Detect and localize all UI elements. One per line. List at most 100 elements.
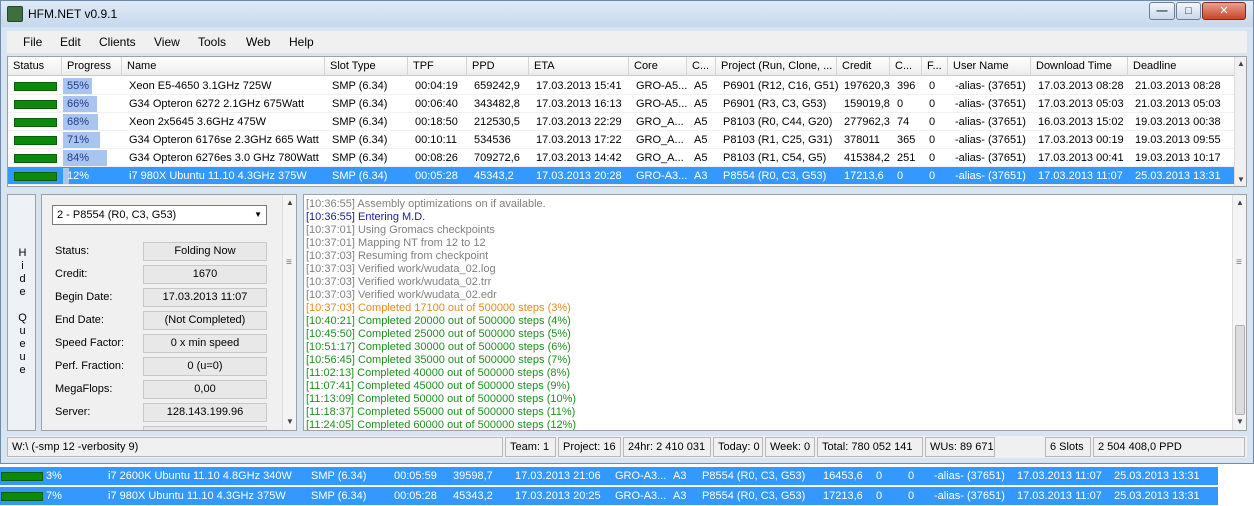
status-24hr: 24hr: 2 410 031	[623, 437, 711, 457]
progress-label: 7%	[46, 490, 62, 502]
cell-slot-type: SMP (6.34)	[332, 152, 388, 164]
column-header-project[interactable]: Project (Run, Clone, ...	[716, 57, 837, 76]
table-row[interactable]: 55% Xeon E5-4650 3.1GHz 725W SMP (6.34) 00:…	[8, 77, 1235, 95]
column-header-progress[interactable]: Progress	[62, 57, 122, 76]
menu-view[interactable]: View	[154, 35, 180, 49]
scroll-up-icon[interactable]: ▲	[286, 198, 294, 207]
cell-project: P8554 (R0, C3, G53)	[702, 490, 806, 502]
title-bar[interactable]: HFM.NET v0.9.1 — □ ✕	[1, 1, 1253, 27]
details-scrollbar[interactable]: ▲ ≡ ▼	[282, 195, 296, 430]
cell-core-version: A3	[673, 490, 687, 502]
side-tab-letter: e	[19, 338, 26, 350]
cell-slot-type: SMP (6.34)	[332, 134, 388, 146]
menu-edit[interactable]: Edit	[60, 35, 81, 49]
cell-name: Xeon 2x5645 3.6GHz 475W	[129, 116, 266, 128]
column-header-download-time[interactable]: Download Time	[1031, 57, 1128, 76]
queue-selector[interactable]: 2 - P8554 (R0, C3, G53) ▼	[52, 205, 267, 225]
cell-ppd: 39598,7	[453, 470, 493, 482]
scroll-thumb[interactable]	[1235, 325, 1245, 415]
cell-project: P8103 (R0, C44, G20)	[723, 116, 833, 128]
close-button[interactable]: ✕	[1202, 2, 1246, 20]
menu-web[interactable]: Web	[246, 35, 270, 49]
column-header-tpf[interactable]: TPF	[408, 57, 467, 76]
cell-core: GRO-A5...	[636, 80, 688, 92]
log-line: [10:51:17] Completed 30000 out of 500000…	[306, 341, 571, 353]
progress-label: 55%	[67, 80, 90, 92]
cell-deadline: 25.03.2013 13:31	[1114, 490, 1200, 502]
cell-core: GRO-A3...	[636, 170, 688, 182]
table-row[interactable]: 68% Xeon 2x5645 3.6GHz 475W SMP (6.34) 00:1…	[8, 113, 1235, 131]
log-viewer[interactable]: [10:36:55] Assembly optimizations on if …	[303, 194, 1247, 431]
client-row[interactable]: 7% i7 980X Ubuntu 11.10 4.3GHz 375W SMP (6…	[0, 487, 1218, 505]
log-line: [10:37:03] Verified work/wudata_02.trr	[306, 276, 492, 288]
cell-slot-type: SMP (6.34)	[311, 490, 367, 502]
log-line: [10:37:01] Mapping NT from 12 to 12	[306, 237, 486, 249]
column-header-completed[interactable]: C...	[890, 57, 922, 76]
scroll-down-icon[interactable]: ▼	[1236, 417, 1244, 426]
detail-label: Avg. Download:	[55, 429, 132, 430]
log-line: [10:36:55] Entering M.D.	[306, 211, 426, 223]
cell-user-name: -alias- (37651)	[955, 134, 1026, 146]
column-header-slot-type[interactable]: Slot Type	[325, 57, 408, 76]
log-line: [10:37:03] Verified work/wudata_02.log	[306, 263, 496, 275]
table-row[interactable]: 12% i7 980X Ubuntu 11.10 4.3GHz 375W SMP (…	[8, 167, 1235, 185]
column-header-status[interactable]: Status	[8, 57, 62, 76]
column-header-core-version[interactable]: C...	[687, 57, 716, 76]
scroll-up-icon[interactable]: ▲	[1237, 59, 1245, 68]
table-row[interactable]: 66% G34 Opteron 6272 2.1GHz 675Watt SMP (6…	[8, 95, 1235, 113]
cell-credit: 16453,6	[823, 470, 863, 482]
column-header-name[interactable]: Name	[122, 57, 325, 76]
column-header-credit[interactable]: Credit	[837, 57, 890, 76]
maximize-button[interactable]: □	[1176, 2, 1201, 20]
detail-label: MegaFlops:	[55, 383, 113, 395]
menu-help[interactable]: Help	[289, 35, 314, 49]
cell-user-name: -alias- (37651)	[934, 490, 1005, 502]
status-wus: WUs: 89 671	[925, 437, 995, 457]
column-header-eta[interactable]: ETA	[529, 57, 629, 76]
side-tab-letter: e	[19, 364, 26, 376]
cell-deadline: 19.03.2013 00:38	[1135, 116, 1221, 128]
cell-credit: 17213,6	[844, 170, 884, 182]
log-line: [11:07:41] Completed 45000 out of 500000…	[306, 380, 570, 392]
cell-download-time: 17.03.2013 08:28	[1038, 80, 1124, 92]
column-header-core[interactable]: Core	[629, 57, 687, 76]
column-header-failed[interactable]: F...	[922, 57, 948, 76]
cell-name: i7 980X Ubuntu 11.10 4.3GHz 375W	[129, 170, 307, 182]
cell-download-time: 17.03.2013 00:41	[1038, 152, 1124, 164]
table-row[interactable]: 71% G34 Opteron 6176se 2.3GHz 665 Watt SMP…	[8, 131, 1235, 149]
detail-label: Server:	[55, 406, 91, 418]
cell-name: G34 Opteron 6272 2.1GHz 675Watt	[129, 98, 305, 110]
menu-clients[interactable]: Clients	[99, 35, 136, 49]
hide-queue-tab[interactable]: HideQueue	[7, 194, 36, 431]
log-line: [11:18:37] Completed 55000 out of 500000…	[306, 406, 576, 418]
side-tab-letter: u	[19, 351, 26, 363]
scroll-down-icon[interactable]: ▼	[1237, 175, 1245, 184]
menu-tools[interactable]: Tools	[198, 35, 226, 49]
detail-value: 0 x min speed	[143, 334, 267, 353]
column-header-ppd[interactable]: PPD	[467, 57, 529, 76]
cell-eta: 17.03.2013 20:25	[515, 490, 601, 502]
cell-completed: 365	[897, 134, 916, 146]
scroll-up-icon[interactable]: ▲	[1236, 198, 1244, 207]
progress-label: 84%	[67, 152, 90, 164]
status-indicator	[1, 472, 43, 481]
log-scrollbar[interactable]: ▲ ≡ ▼	[1232, 195, 1246, 430]
client-row[interactable]: 3% i7 2600K Ubuntu 11.10 4.8GHz 340W SMP (…	[0, 467, 1218, 485]
grid-scrollbar[interactable]: ▲ ▼	[1234, 57, 1246, 186]
log-line: [10:37:01] Using Gromacs checkpoints	[306, 224, 495, 236]
column-header-user-name[interactable]: User Name	[948, 57, 1031, 76]
scroll-down-icon[interactable]: ▼	[286, 417, 294, 426]
cell-eta: 17.03.2013 20:28	[536, 170, 622, 182]
cell-core-version: A5	[694, 134, 708, 146]
progress-label: 71%	[67, 134, 90, 146]
menu-file[interactable]: File	[23, 35, 42, 49]
progress-bar: 7%	[42, 488, 94, 504]
cell-name: i7 980X Ubuntu 11.10 4.3GHz 375W	[108, 490, 286, 502]
column-header-deadline[interactable]: Deadline	[1128, 57, 1235, 76]
side-tab-letter: i	[21, 260, 24, 272]
minimize-button[interactable]: —	[1149, 2, 1175, 20]
cell-user-name: -alias- (37651)	[955, 80, 1026, 92]
progress-bar: 68%	[63, 114, 115, 130]
table-row[interactable]: 84% G34 Opteron 6276es 3.0 GHz 780Watt SMP…	[8, 149, 1235, 167]
cell-completed: 74	[897, 116, 910, 128]
